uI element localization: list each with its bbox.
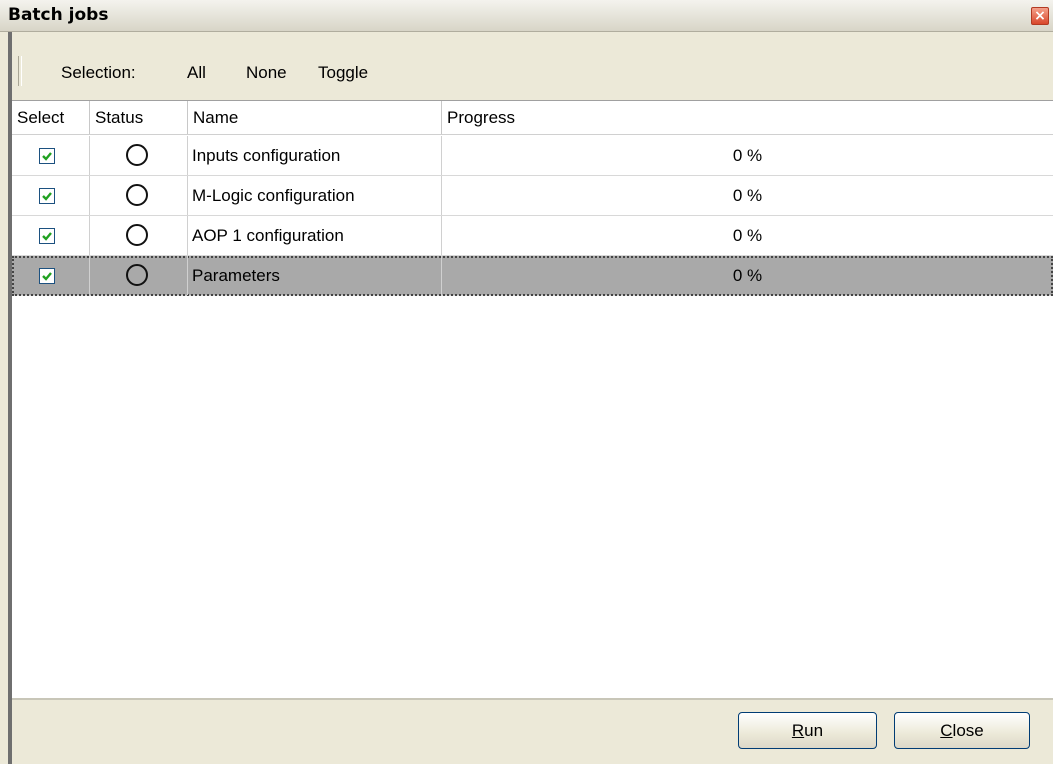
select-cell [12,216,90,255]
close-window-icon[interactable]: × [1031,7,1049,25]
job-name: Inputs configuration [188,136,442,175]
job-progress: 0 % [732,266,763,285]
run-button[interactable]: Run [738,712,877,749]
job-name: M-Logic configuration [188,176,442,215]
close-label: lose [952,721,984,740]
job-progress: 0 % [732,146,763,165]
select-cell [12,256,90,295]
select-none-button[interactable]: None [246,63,287,83]
status-pending-icon [126,184,148,206]
run-label: un [804,721,824,740]
checkmark-icon [42,152,52,161]
table-row[interactable]: Inputs configuration 0 % [12,136,1053,176]
status-cell [90,136,188,175]
checkmark-icon [42,272,52,281]
job-progress: 0 % [732,226,763,245]
jobs-table: Select Status Name Progress Inputs confi… [12,100,1053,698]
status-cell [90,176,188,215]
select-cell [12,176,90,215]
selection-toolbar [12,32,1053,94]
status-pending-icon [126,264,148,286]
table-row-selected[interactable]: Parameters 0 % [12,256,1053,296]
column-header-name[interactable]: Name [188,101,442,134]
close-button[interactable]: Close [894,712,1030,749]
batch-jobs-window: Batch jobs × Selection: All None Toggle … [0,0,1053,764]
selection-label: Selection: [61,63,136,82]
job-name: AOP 1 configuration [188,216,442,255]
column-header-status[interactable]: Status [90,101,188,134]
checkmark-icon [42,192,52,201]
checkmark-icon [42,232,52,241]
job-name: Parameters [188,256,442,295]
column-header-progress[interactable]: Progress [442,101,1053,134]
status-pending-icon [126,144,148,166]
title-bar: Batch jobs × [0,0,1053,32]
row-checkbox[interactable] [39,148,55,164]
column-header-select[interactable]: Select [12,101,90,134]
close-mnemonic: C [940,721,953,740]
toggle-selection-button[interactable]: Toggle [318,63,368,83]
row-checkbox[interactable] [39,268,55,284]
job-progress: 0 % [732,186,763,205]
select-cell [12,136,90,175]
status-cell [90,216,188,255]
row-checkbox[interactable] [39,188,55,204]
status-pending-icon [126,224,148,246]
status-cell [90,256,188,295]
table-header: Select Status Name Progress [12,101,1053,135]
table-row[interactable]: AOP 1 configuration 0 % [12,216,1053,256]
run-mnemonic: R [791,721,805,740]
toolbar-grip[interactable] [18,56,22,86]
table-row[interactable]: M-Logic configuration 0 % [12,176,1053,216]
window-title: Batch jobs [8,5,109,25]
footer-divider [12,698,1053,700]
select-all-button[interactable]: All [187,63,206,83]
row-checkbox[interactable] [39,228,55,244]
